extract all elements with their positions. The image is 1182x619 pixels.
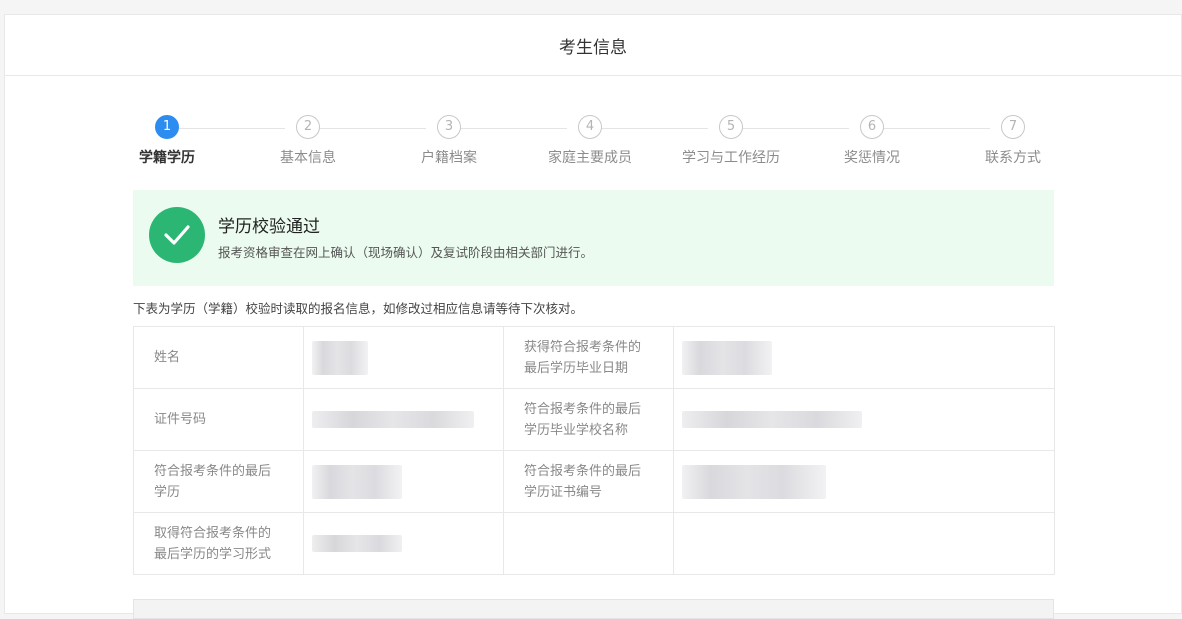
redacted-value xyxy=(312,340,368,375)
field-label-name: 姓名 xyxy=(133,326,304,389)
step-connector xyxy=(601,128,708,129)
step-label: 学习与工作经历 xyxy=(682,150,780,166)
redacted-value xyxy=(312,535,402,552)
progress-steps: 1 学籍学历 2 基本信息 3 户籍档案 4 家庭主要成员 5 学习与工作经历 … xyxy=(5,115,1182,175)
empty-value-cell xyxy=(673,512,1055,575)
success-description: 报考资格审查在网上确认（现场确认）及复试阶段由相关部门进行。 xyxy=(218,245,594,260)
step-number: 5 xyxy=(719,115,743,139)
step-number: 4 xyxy=(578,115,602,139)
step-connector xyxy=(460,128,567,129)
step-label: 联系方式 xyxy=(985,150,1041,166)
step-label: 基本信息 xyxy=(280,150,336,166)
field-label-certificate-number: 符合报考条件的最后学历证书编号 xyxy=(503,450,674,513)
redacted-value xyxy=(312,464,402,499)
step-connector xyxy=(883,128,990,129)
redacted-value xyxy=(682,464,826,499)
table-row: 证件号码 符合报考条件的最后学历毕业学校名称 xyxy=(133,388,1055,451)
empty-label-cell xyxy=(503,512,674,575)
step-label: 学籍学历 xyxy=(139,150,195,166)
field-label-degree: 符合报考条件的最后学历 xyxy=(133,450,304,513)
field-value-graduation-school xyxy=(673,388,1055,451)
table-row: 取得符合报考条件的最后学历的学习形式 xyxy=(133,512,1055,575)
redacted-value xyxy=(312,411,474,428)
field-label-study-form: 取得符合报考条件的最后学历的学习形式 xyxy=(133,512,304,575)
page-title: 考生信息 xyxy=(559,37,627,58)
step-label: 奖惩情况 xyxy=(844,150,900,166)
panel-header: 考生信息 xyxy=(5,15,1181,76)
step-number: 3 xyxy=(437,115,461,139)
redacted-value xyxy=(682,340,772,375)
field-value-id-number xyxy=(303,388,504,451)
step-label: 家庭主要成员 xyxy=(548,150,632,166)
check-circle-icon xyxy=(149,207,205,263)
step-number: 6 xyxy=(860,115,884,139)
step-connector xyxy=(178,128,285,129)
field-value-study-form xyxy=(303,512,504,575)
field-value-degree xyxy=(303,450,504,513)
step-connector xyxy=(319,128,426,129)
step-number: 7 xyxy=(1001,115,1025,139)
field-value-graduation-date xyxy=(673,326,1055,389)
verification-success-box: 学历校验通过 报考资格审查在网上确认（现场确认）及复试阶段由相关部门进行。 xyxy=(133,190,1054,286)
bottom-section-bar xyxy=(133,599,1054,619)
redacted-value xyxy=(682,411,862,428)
step-label: 户籍档案 xyxy=(421,150,477,166)
success-title: 学历校验通过 xyxy=(218,217,320,237)
step-number: 2 xyxy=(296,115,320,139)
table-row: 姓名 获得符合报考条件的最后学历毕业日期 xyxy=(133,326,1055,389)
table-row: 符合报考条件的最后学历 符合报考条件的最后学历证书编号 xyxy=(133,450,1055,513)
registration-info-table: 姓名 获得符合报考条件的最后学历毕业日期 证件号码 符合报考条件的最后学历毕业学… xyxy=(133,326,1055,575)
field-value-name xyxy=(303,326,504,389)
student-info-panel: 考生信息 1 学籍学历 2 基本信息 3 户籍档案 4 家庭主要成员 5 学习与… xyxy=(4,14,1182,619)
step-connector xyxy=(742,128,849,129)
step-number: 1 xyxy=(155,115,179,139)
field-value-certificate-number xyxy=(673,450,1055,513)
table-note: 下表为学历（学籍）校验时读取的报名信息，如修改过相应信息请等待下次核对。 xyxy=(133,301,584,316)
field-label-graduation-school: 符合报考条件的最后学历毕业学校名称 xyxy=(503,388,674,451)
field-label-graduation-date: 获得符合报考条件的最后学历毕业日期 xyxy=(503,326,674,389)
field-label-id-number: 证件号码 xyxy=(133,388,304,451)
